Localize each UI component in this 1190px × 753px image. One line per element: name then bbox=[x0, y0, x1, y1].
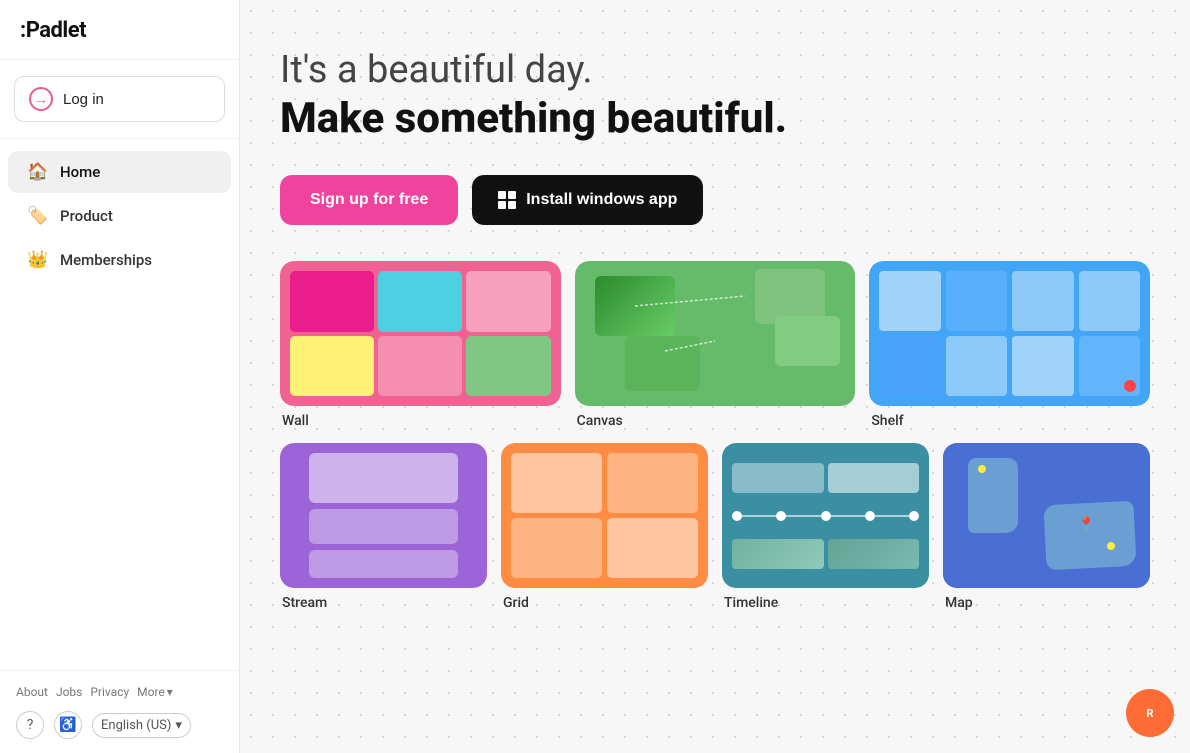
more-button[interactable]: More ▾ bbox=[137, 685, 173, 699]
card-grid-label: Grid bbox=[501, 595, 708, 611]
sidebar-item-home[interactable]: 🏠 Home bbox=[8, 151, 231, 193]
sidebar-item-memberships[interactable]: 👑 Memberships bbox=[8, 239, 231, 281]
product-icon: 🏷️ bbox=[28, 206, 48, 226]
accessibility-icon-button[interactable]: ♿ bbox=[54, 711, 82, 739]
card-shelf-label: Shelf bbox=[869, 413, 1150, 429]
card-shelf[interactable]: Shelf bbox=[869, 261, 1150, 429]
sidebar-item-home-label: Home bbox=[60, 163, 100, 181]
logo-area: :Padlet bbox=[0, 0, 239, 60]
jobs-link[interactable]: Jobs bbox=[56, 685, 82, 699]
cta-buttons: Sign up for free Install windows app bbox=[280, 175, 1150, 225]
login-label: Log in bbox=[63, 91, 104, 108]
card-stream-image bbox=[280, 443, 487, 588]
hero-line2: Make something beautiful. bbox=[280, 94, 1150, 143]
more-label: More bbox=[137, 685, 165, 699]
memberships-icon: 👑 bbox=[28, 250, 48, 270]
card-canvas-image bbox=[575, 261, 856, 406]
card-wall[interactable]: Wall bbox=[280, 261, 561, 429]
hero-line1: It's a beautiful day. bbox=[280, 48, 1150, 92]
card-map-image: 📍 bbox=[943, 443, 1150, 588]
card-timeline-label: Timeline bbox=[722, 595, 929, 611]
sidebar-item-product[interactable]: 🏷️ Product bbox=[8, 195, 231, 237]
sidebar: :Padlet → Log in 🏠 Home 🏷️ Product 👑 Mem… bbox=[0, 0, 240, 753]
login-button[interactable]: → Log in bbox=[14, 76, 225, 122]
card-wall-image bbox=[280, 261, 561, 406]
card-grid-image bbox=[501, 443, 708, 588]
card-timeline-image bbox=[722, 443, 929, 588]
windows-icon bbox=[498, 191, 516, 209]
about-link[interactable]: About bbox=[16, 685, 48, 699]
footer-bottom: ? ♿ English (US) ▾ bbox=[16, 711, 223, 739]
login-section: → Log in bbox=[0, 60, 239, 139]
home-icon: 🏠 bbox=[28, 162, 48, 182]
sidebar-item-product-label: Product bbox=[60, 207, 113, 225]
sidebar-item-memberships-label: Memberships bbox=[60, 251, 152, 269]
cards-section: Wall bbox=[280, 261, 1150, 611]
card-map-label: Map bbox=[943, 595, 1150, 611]
card-canvas[interactable]: Canvas bbox=[575, 261, 856, 429]
canvas-connections bbox=[575, 261, 856, 406]
card-shelf-image bbox=[869, 261, 1150, 406]
language-label: English (US) bbox=[101, 718, 171, 733]
install-button[interactable]: Install windows app bbox=[472, 175, 703, 225]
revain-icon: R bbox=[1146, 707, 1153, 720]
install-label: Install windows app bbox=[526, 191, 677, 209]
revain-badge[interactable]: R bbox=[1126, 689, 1174, 737]
card-stream-label: Stream bbox=[280, 595, 487, 611]
help-icon-button[interactable]: ? bbox=[16, 711, 44, 739]
card-map[interactable]: 📍 Map bbox=[943, 443, 1150, 611]
sidebar-footer: About Jobs Privacy More ▾ ? ♿ English (U… bbox=[0, 670, 239, 753]
chevron-down-icon: ▾ bbox=[175, 718, 182, 733]
card-stream[interactable]: Stream bbox=[280, 443, 487, 611]
privacy-link[interactable]: Privacy bbox=[90, 685, 129, 699]
main-content: It's a beautiful day. Make something bea… bbox=[240, 0, 1190, 753]
brand-logo: :Padlet bbox=[20, 18, 86, 43]
cards-row-2: Stream Grid bbox=[280, 443, 1150, 611]
footer-links: About Jobs Privacy More ▾ bbox=[16, 685, 223, 699]
card-wall-label: Wall bbox=[280, 413, 561, 429]
sidebar-nav: 🏠 Home 🏷️ Product 👑 Memberships bbox=[0, 139, 239, 670]
card-grid[interactable]: Grid bbox=[501, 443, 708, 611]
language-selector[interactable]: English (US) ▾ bbox=[92, 713, 191, 738]
login-icon: → bbox=[29, 87, 53, 111]
cards-row-1: Wall bbox=[280, 261, 1150, 429]
card-timeline[interactable]: Timeline bbox=[722, 443, 929, 611]
card-canvas-label: Canvas bbox=[575, 413, 856, 429]
signup-button[interactable]: Sign up for free bbox=[280, 175, 458, 225]
chevron-down-icon: ▾ bbox=[167, 685, 173, 699]
